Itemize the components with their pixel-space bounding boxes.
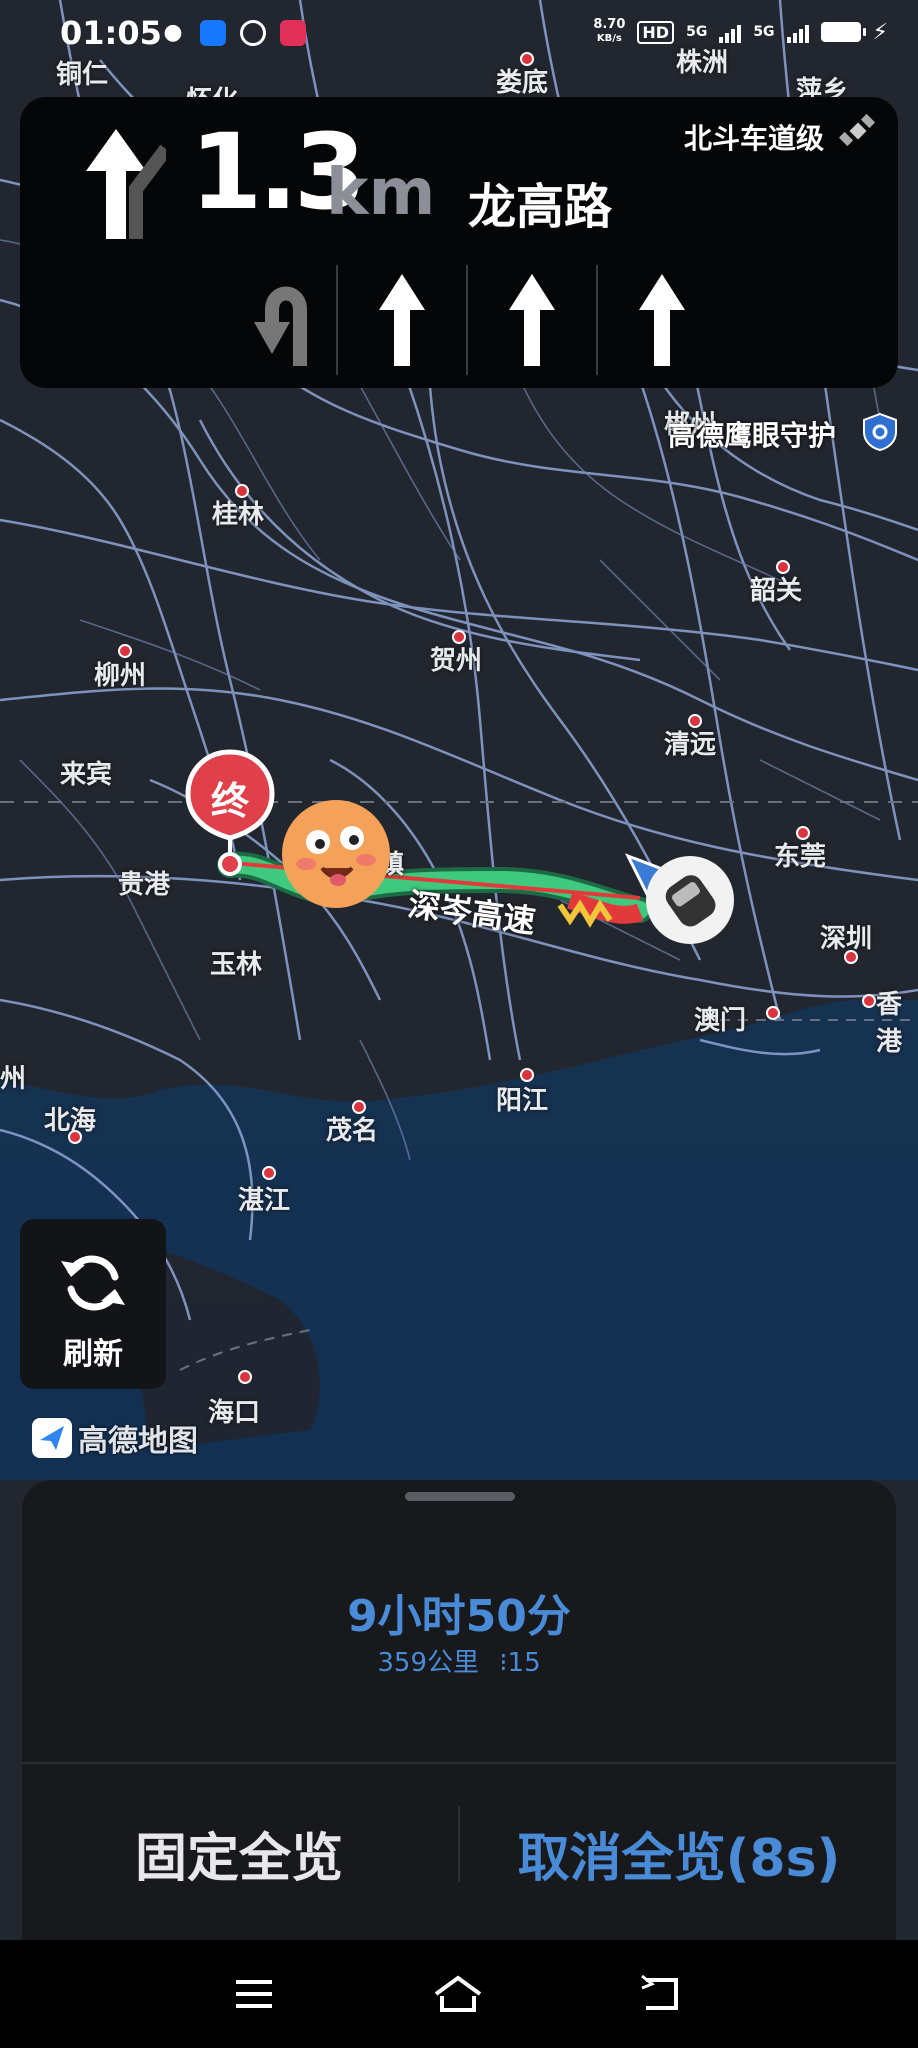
signal-icon-2 (786, 21, 809, 43)
menu-icon[interactable] (232, 1974, 276, 2014)
city-label: 清远 (664, 730, 717, 760)
keep-straight-icon (86, 129, 166, 239)
back-icon[interactable] (640, 1974, 684, 2014)
city-dot (776, 560, 790, 574)
refresh-button[interactable]: 刷新 (20, 1219, 166, 1389)
city-dot (844, 950, 858, 964)
refresh-label: 刷新 (63, 1337, 123, 1372)
city-label: 韶关 (750, 576, 803, 606)
distance-unit: km (326, 156, 436, 230)
city-dot (352, 1100, 366, 1114)
navigation-guidance-card[interactable]: 1.3 km 龙高路 北斗车道级 (20, 97, 898, 388)
amap-logo-text: 高德地图 (78, 1424, 198, 1459)
route-overview-sheet[interactable]: 9小时50分 359公里 ⁝15 固定全览 取消全览(8s) (22, 1480, 896, 1940)
straight-arrow-icon (379, 274, 425, 366)
city-label: 东莞 (774, 842, 827, 872)
route-distance: 359公里 (377, 1648, 479, 1678)
city-dot (238, 1370, 252, 1384)
city-label: 桂林 (212, 500, 265, 530)
city-dot (452, 630, 466, 644)
straight-arrow-icon (639, 274, 685, 366)
traffic-light-icon: ⁝ (499, 1648, 508, 1678)
city-dot (118, 644, 132, 658)
refresh-icon (61, 1255, 125, 1311)
city-label: 阳江 (496, 1086, 549, 1116)
city-label: 贵港 (118, 870, 171, 900)
lane-straight (336, 265, 466, 375)
avatar-emoji (278, 798, 394, 914)
music-icon (280, 20, 306, 46)
net-speed: 8.70 KB/s (593, 18, 625, 46)
city-dot (796, 826, 810, 840)
alipay-icon (200, 20, 226, 46)
city-dot (766, 1006, 780, 1020)
lane-guidance (226, 265, 726, 375)
eagle-eye-label[interactable]: 高德鹰眼守护 (668, 414, 836, 454)
amap-logo-icon (32, 1418, 72, 1458)
destination-marker[interactable]: 终 (180, 748, 280, 878)
net-speed-unit: KB/s (596, 33, 622, 44)
link-icon (240, 20, 266, 46)
city-label: 茂名 (326, 1116, 379, 1146)
net-speed-value: 8.70 (593, 17, 626, 32)
lane-straight (596, 265, 726, 375)
city-dot (862, 994, 876, 1008)
status-time: 01:05 (60, 14, 162, 52)
city-label: 深圳 (820, 924, 873, 954)
city-label: 柳州 (94, 661, 147, 691)
city-dot (68, 1130, 82, 1144)
city-label: 州 (0, 1064, 27, 1094)
status-indicators: 8.70 KB/s HD 5G 5G ⚡ (593, 18, 888, 46)
button-divider (458, 1806, 460, 1882)
sheet-drag-handle[interactable] (405, 1492, 515, 1501)
city-dot (235, 484, 249, 498)
u-turn-icon (254, 286, 307, 366)
city-label: 香港 (876, 990, 903, 1057)
status-bar: 01:05 ● 8.70 KB/s HD 5G 5G ⚡ (0, 0, 918, 68)
cancel-overview-button[interactable]: 取消全览(8s) (462, 1766, 896, 1940)
city-label: 澳门 (694, 1006, 747, 1036)
car-icon (624, 853, 734, 944)
traffic-light-count: 15 (507, 1648, 541, 1678)
city-label: 海口 (208, 1398, 261, 1428)
satellite-icon (838, 113, 876, 147)
signal-5g-label: 5G (686, 24, 708, 40)
signal-icon (719, 21, 742, 43)
city-label: 玉林 (210, 950, 263, 980)
charging-icon: ⚡ (872, 19, 888, 45)
city-label: 湛江 (238, 1186, 291, 1216)
lane-straight (466, 265, 596, 375)
wechat-icon: ● (163, 20, 183, 45)
home-icon[interactable] (432, 1974, 484, 2014)
next-road-name: 龙高路 (468, 179, 613, 235)
city-label: 贺州 (430, 646, 483, 676)
straight-arrow-icon (509, 274, 555, 366)
route-duration: 9小时50分 (347, 1591, 571, 1642)
city-dot (688, 714, 702, 728)
city-dot (520, 1068, 534, 1082)
destination-label: 终 (210, 779, 249, 823)
fix-overview-button[interactable]: 固定全览 (22, 1766, 456, 1940)
route-trip-info: 359公里 ⁝15 (22, 1642, 896, 1679)
battery-icon (820, 22, 866, 42)
current-location-marker (620, 850, 740, 954)
city-label: 来宾 (60, 760, 113, 790)
sheet-divider (22, 1762, 896, 1764)
signal-5g-label-2: 5G (753, 24, 775, 40)
notification-icons: ● (160, 20, 306, 46)
city-dot (262, 1166, 276, 1180)
shield-icon[interactable] (862, 412, 898, 452)
hd-icon: HD (637, 20, 675, 44)
lane-u-turn (226, 265, 336, 375)
amap-logo: 高德地图 (32, 1416, 198, 1460)
system-navigation-bar (0, 1940, 918, 2048)
smiley-face-icon (282, 800, 390, 908)
lane-level-label: 北斗车道级 (683, 122, 824, 155)
